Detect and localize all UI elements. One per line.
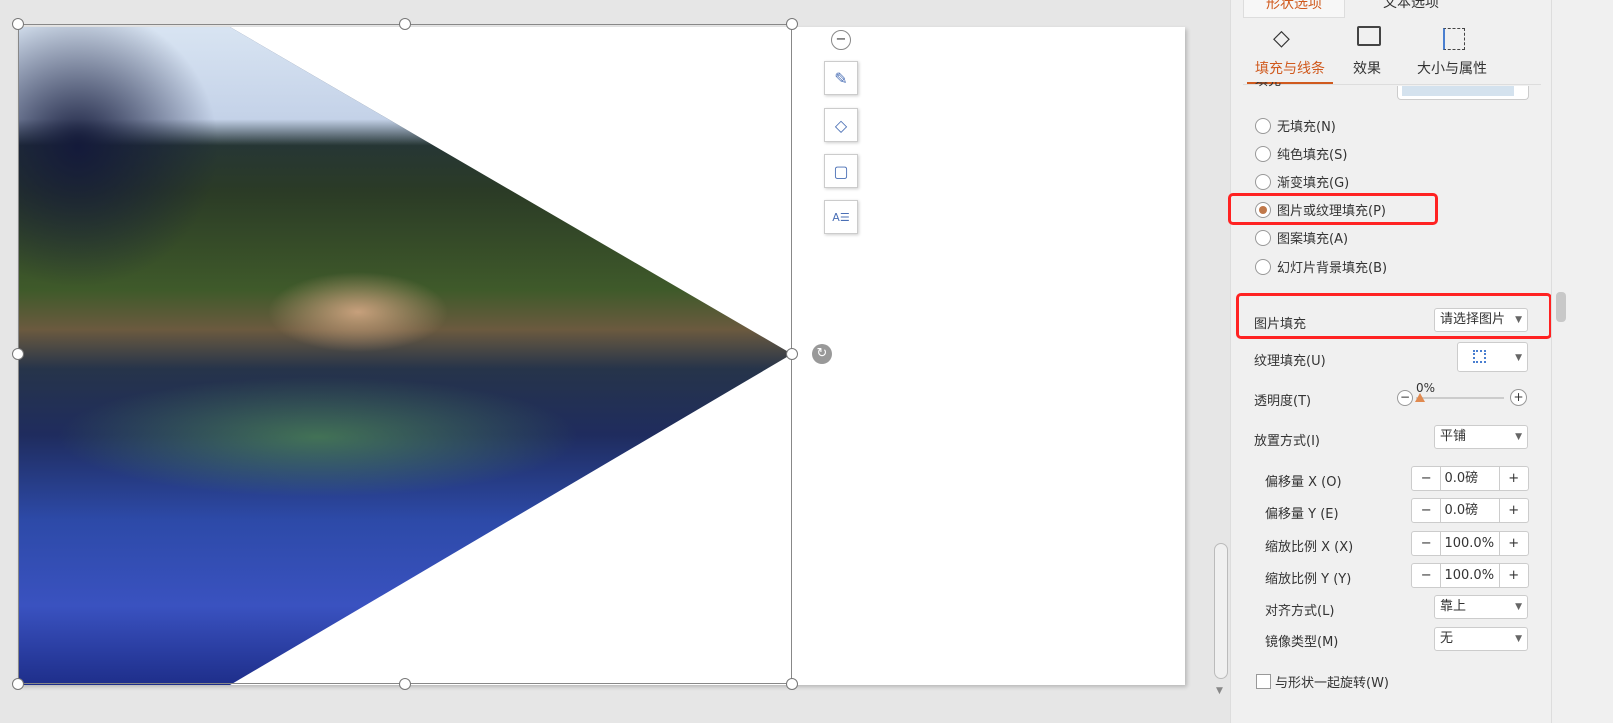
rotate-with-shape-checkbox[interactable]: 与形状一起旋转(W) xyxy=(1256,672,1389,691)
fill-color-box[interactable] xyxy=(1397,86,1529,100)
scale-y-label: 缩放比例 Y (Y) xyxy=(1265,572,1352,587)
resize-handle[interactable] xyxy=(12,348,24,360)
minus-icon[interactable]: − xyxy=(831,30,851,50)
fill-section-label: 填充 xyxy=(1255,82,1281,90)
alignment-label: 对齐方式(L) xyxy=(1265,604,1335,619)
texture-fill-dropdown[interactable]: ▼ xyxy=(1457,342,1528,372)
scale-y-stepper[interactable]: −100.0% + xyxy=(1411,563,1529,588)
offset-x-label: 偏移量 X (O) xyxy=(1265,475,1342,490)
scale-x-stepper[interactable]: −100.0% + xyxy=(1411,531,1529,556)
size-properties-icon xyxy=(1443,28,1465,50)
radio-slide-background-fill[interactable]: 幻灯片背景填充(B) xyxy=(1255,257,1387,276)
brush-icon[interactable]: ✎ xyxy=(824,61,858,95)
selection-box xyxy=(18,24,792,684)
right-toolbar xyxy=(1551,0,1613,723)
decrement-button[interactable]: − xyxy=(1412,532,1440,555)
tab-text-options[interactable]: 文本选项 xyxy=(1361,0,1461,18)
placement-dropdown[interactable]: 平铺 ▼ xyxy=(1434,425,1528,449)
resize-handle[interactable] xyxy=(399,18,411,30)
offset-x-stepper[interactable]: −0.0磅 + xyxy=(1411,466,1529,491)
texture-fill-label: 纹理填充(U) xyxy=(1254,354,1326,369)
decrement-button[interactable]: − xyxy=(1412,499,1440,522)
tab-effects[interactable]: 效果 xyxy=(1353,58,1381,78)
scale-x-input[interactable]: 100.0% xyxy=(1440,532,1500,555)
alignment-dropdown[interactable]: 靠上 ▼ xyxy=(1434,595,1528,619)
transparency-slider[interactable] xyxy=(1416,397,1504,399)
scale-x-label: 缩放比例 X (X) xyxy=(1265,540,1354,555)
decrement-button[interactable]: − xyxy=(1412,467,1440,490)
resize-handle[interactable] xyxy=(399,678,411,690)
rotate-handle-icon[interactable]: ↻ xyxy=(812,344,832,364)
scale-y-input[interactable]: 100.0% xyxy=(1440,564,1500,587)
offset-x-input[interactable]: 0.0磅 xyxy=(1440,467,1500,490)
radio-gradient-fill[interactable]: 渐变填充(G) xyxy=(1255,172,1349,191)
text-wrap-icon[interactable]: A☰ xyxy=(824,200,858,234)
radio-solid-fill[interactable]: 纯色填充(S) xyxy=(1255,144,1347,163)
transparency-value: 0% xyxy=(1416,381,1436,395)
checkbox-icon[interactable] xyxy=(1256,674,1271,689)
placement-label: 放置方式(I) xyxy=(1254,434,1320,449)
resize-handle[interactable] xyxy=(12,18,24,30)
radio-pattern-fill[interactable]: 图案填充(A) xyxy=(1255,228,1348,247)
resize-handle[interactable] xyxy=(786,348,798,360)
transparency-decrease-button[interactable]: − xyxy=(1397,390,1413,406)
tab-fill-and-line[interactable]: 填充与线条 xyxy=(1247,58,1333,84)
texture-swatch-icon xyxy=(1473,350,1486,363)
highlight-box xyxy=(1228,193,1438,225)
outline-icon[interactable]: ▢ xyxy=(824,154,858,188)
tab-size-properties[interactable]: 大小与属性 xyxy=(1417,58,1487,78)
increment-button[interactable]: + xyxy=(1500,564,1528,587)
tab-shape-options[interactable]: 形状选项 xyxy=(1243,0,1345,18)
mirror-type-dropdown[interactable]: 无 ▼ xyxy=(1434,627,1528,651)
fill-icon[interactable]: ◇ xyxy=(824,108,858,142)
resize-handle[interactable] xyxy=(786,18,798,30)
decrement-button[interactable]: − xyxy=(1412,564,1440,587)
scrollbar-thumb[interactable] xyxy=(1214,543,1228,679)
active-tool-indicator[interactable] xyxy=(1556,292,1566,322)
offset-y-stepper[interactable]: −0.0磅 + xyxy=(1411,498,1529,523)
scroll-down-icon[interactable]: ▼ xyxy=(1216,686,1223,696)
offset-y-input[interactable]: 0.0磅 xyxy=(1440,499,1500,522)
radio-no-fill[interactable]: 无填充(N) xyxy=(1255,116,1336,135)
resize-handle[interactable] xyxy=(12,678,24,690)
effects-icon xyxy=(1357,26,1381,46)
mirror-type-label: 镜像类型(M) xyxy=(1265,635,1339,650)
rotate-with-shape-label: 与形状一起旋转(W) xyxy=(1275,676,1389,691)
transparency-label: 透明度(T) xyxy=(1254,394,1312,409)
fill-line-icon: ◇ xyxy=(1273,26,1290,51)
transparency-increase-button[interactable]: + xyxy=(1510,389,1527,406)
increment-button[interactable]: + xyxy=(1500,532,1528,555)
highlight-box xyxy=(1236,293,1552,339)
increment-button[interactable]: + xyxy=(1500,499,1528,522)
resize-handle[interactable] xyxy=(786,678,798,690)
offset-y-label: 偏移量 Y (E) xyxy=(1265,507,1339,522)
increment-button[interactable]: + xyxy=(1500,467,1528,490)
